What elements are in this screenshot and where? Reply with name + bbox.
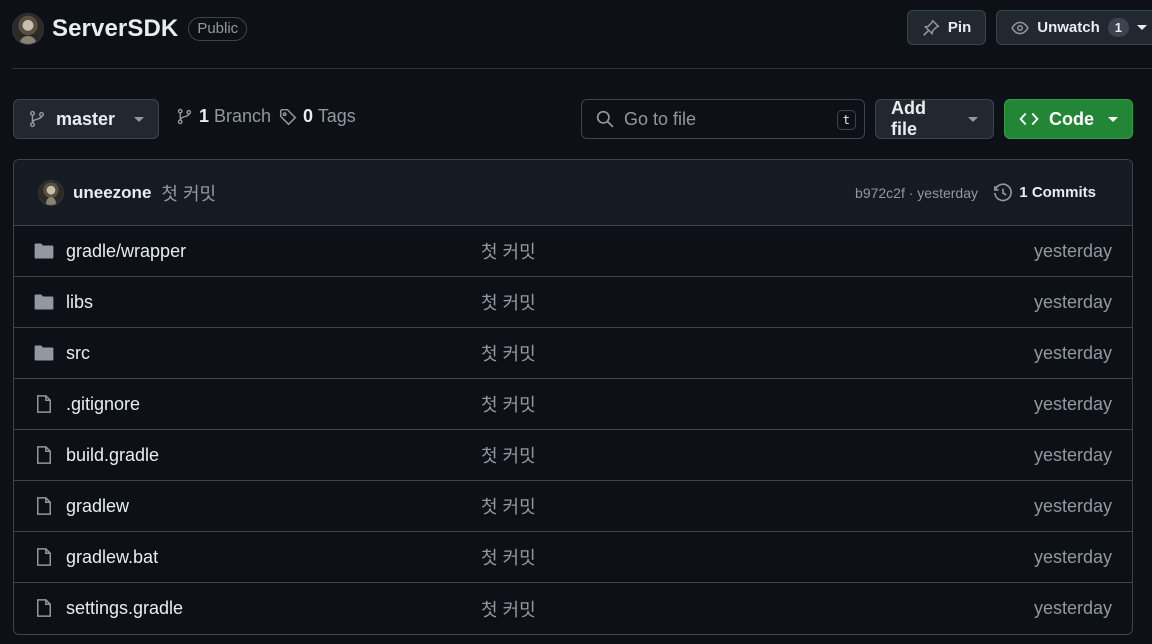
file-name-link[interactable]: src	[66, 343, 90, 364]
file-name-link[interactable]: gradlew.bat	[66, 547, 158, 568]
commits-count: 1	[1019, 184, 1028, 201]
code-button[interactable]: Code	[1004, 99, 1133, 139]
author-avatar[interactable]	[38, 179, 64, 206]
file-row[interactable]: src 첫 커밋 yesterday	[14, 328, 1132, 379]
header-actions: Pin Unwatch 1	[906, 10, 1152, 45]
code-icon	[1019, 112, 1039, 126]
branch-selector[interactable]: master	[13, 99, 159, 139]
go-to-file-input[interactable]	[624, 108, 814, 130]
file-row[interactable]: gradlew 첫 커밋 yesterday	[14, 481, 1132, 532]
chevron-down-icon	[134, 116, 144, 122]
go-to-file-search[interactable]: t	[581, 99, 865, 139]
file-icon	[34, 547, 54, 572]
tag-count: 0	[303, 106, 314, 126]
commits-label: Commits	[1031, 184, 1096, 201]
chevron-down-icon	[1137, 25, 1147, 30]
commit-author[interactable]: uneezone	[73, 183, 151, 203]
file-icon	[34, 496, 54, 521]
branches-link[interactable]: 1 Branch	[176, 106, 271, 127]
file-icon	[34, 598, 54, 623]
history-icon	[994, 183, 1013, 201]
file-commit-message[interactable]: 첫 커밋	[481, 596, 536, 622]
unwatch-button[interactable]: Unwatch 1	[996, 10, 1152, 45]
branch-count: 1	[199, 106, 210, 126]
file-commit-message[interactable]: 첫 커밋	[481, 442, 536, 468]
repo-header: ServerSDK Public	[12, 12, 248, 46]
file-commit-time: yesterday	[1033, 291, 1112, 312]
commit-message[interactable]: 첫 커밋	[161, 180, 216, 206]
file-name-link[interactable]: libs	[66, 292, 93, 313]
file-name-link[interactable]: settings.gradle	[66, 598, 183, 619]
file-row[interactable]: libs 첫 커밋 yesterday	[14, 277, 1132, 328]
pin-icon	[923, 18, 940, 36]
file-row[interactable]: .gitignore 첫 커밋 yesterday	[14, 379, 1132, 430]
folder-icon	[34, 293, 54, 316]
search-icon	[596, 110, 614, 128]
file-commit-message[interactable]: 첫 커밋	[481, 544, 536, 570]
file-name-link[interactable]: build.gradle	[66, 445, 159, 466]
latest-commit-bar: uneezone 첫 커밋 b972c2f · yesterday 1 Comm…	[14, 160, 1132, 226]
file-commit-time: yesterday	[1033, 598, 1112, 618]
header-divider	[12, 68, 1152, 69]
shortcut-key: t	[836, 110, 856, 130]
unwatch-label: Unwatch	[1037, 19, 1100, 36]
git-branch-icon	[29, 110, 45, 128]
commits-history-link[interactable]: 1 Commits	[993, 183, 1096, 203]
watch-count: 1	[1107, 18, 1129, 37]
chevron-down-icon	[1108, 116, 1118, 122]
file-name-link[interactable]: gradle/wrapper	[66, 241, 186, 262]
file-commit-time: yesterday	[1033, 444, 1112, 465]
file-commit-message[interactable]: 첫 커밋	[481, 391, 536, 417]
file-name-link[interactable]: gradlew	[66, 496, 129, 517]
file-commit-time: yesterday	[1033, 240, 1112, 261]
pin-label: Pin	[947, 19, 972, 36]
tags-link[interactable]: 0 Tags	[279, 106, 356, 127]
add-file-label: Add file	[891, 98, 926, 139]
file-commit-time: yesterday	[1033, 495, 1112, 516]
file-name-link[interactable]: .gitignore	[66, 394, 140, 415]
file-row[interactable]: gradlew.bat 첫 커밋 yesterday	[14, 532, 1132, 583]
file-commit-message[interactable]: 첫 커밋	[481, 493, 536, 519]
visibility-badge: Public	[188, 17, 248, 41]
repo-name[interactable]: ServerSDK	[52, 15, 178, 43]
owner-avatar[interactable]	[12, 13, 44, 45]
file-commit-message[interactable]: 첫 커밋	[481, 289, 536, 315]
pin-button[interactable]: Pin	[906, 10, 987, 45]
code-label: Code	[1049, 108, 1094, 129]
file-list: gradle/wrapper 첫 커밋 yesterday libs 첫 커밋 yeste…	[14, 226, 1132, 634]
file-table: uneezone 첫 커밋 b972c2f · yesterday 1 Comm…	[13, 159, 1133, 635]
tag-label: Tags	[317, 106, 356, 126]
file-icon	[34, 445, 54, 470]
file-commit-message[interactable]: 첫 커밋	[481, 238, 536, 264]
folder-icon	[34, 344, 54, 367]
eye-icon	[1011, 21, 1029, 34]
branch-name: master	[56, 108, 116, 129]
commit-hash-time[interactable]: b972c2f · yesterday	[855, 185, 978, 201]
add-file-button[interactable]: Add file	[875, 98, 994, 139]
file-commit-message[interactable]: 첫 커밋	[481, 340, 536, 366]
git-branch-icon	[177, 108, 192, 125]
file-commit-time: yesterday	[1033, 342, 1112, 363]
file-row[interactable]: gradle/wrapper 첫 커밋 yesterday	[14, 226, 1132, 277]
file-row[interactable]: settings.gradle 첫 커밋 yesterday	[14, 583, 1132, 634]
file-commit-time: yesterday	[1033, 393, 1112, 414]
folder-icon	[34, 242, 54, 265]
tag-icon	[279, 108, 297, 125]
file-icon	[34, 394, 54, 419]
chevron-down-icon	[968, 116, 978, 122]
file-commit-time: yesterday	[1033, 546, 1112, 567]
file-row[interactable]: build.gradle 첫 커밋 yesterday	[14, 430, 1132, 481]
branch-label: Branch	[214, 106, 272, 126]
